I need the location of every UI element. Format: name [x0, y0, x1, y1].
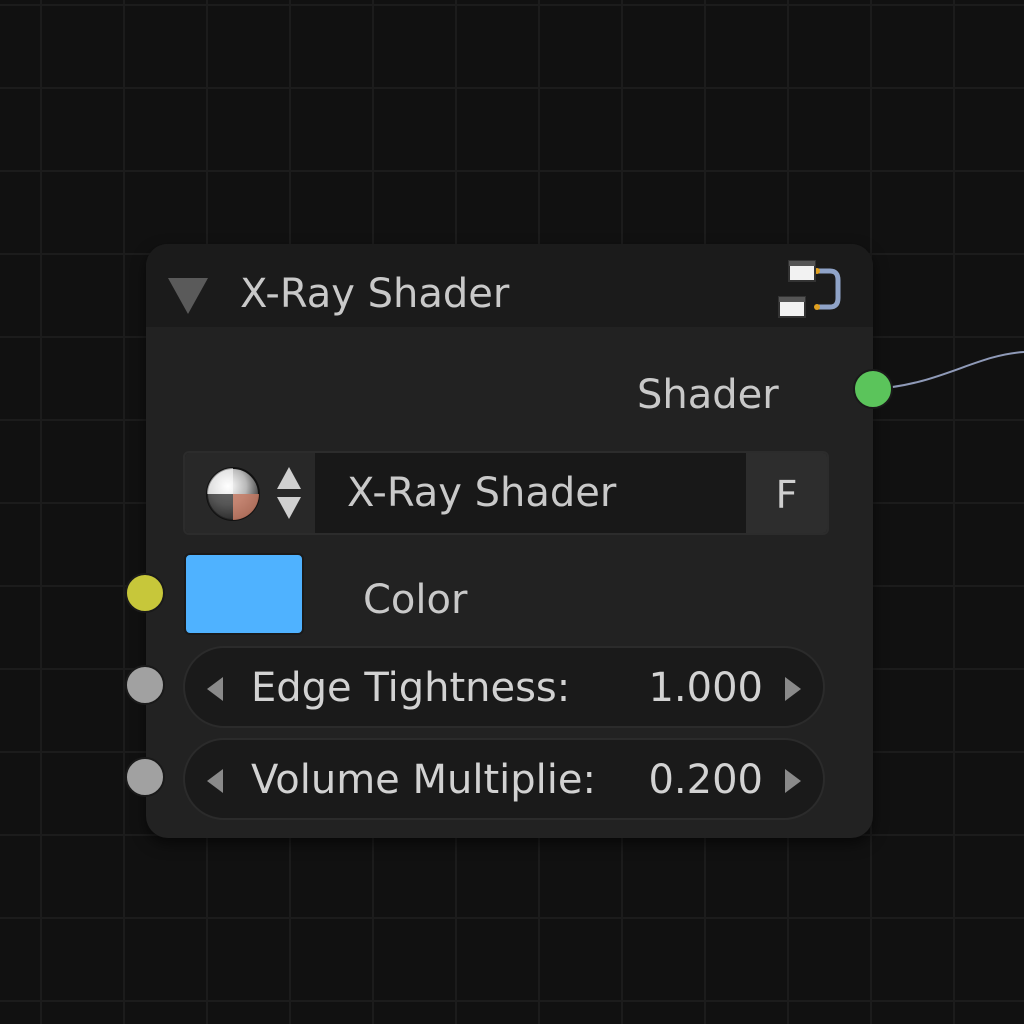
volume-multiplier-socket[interactable] [125, 757, 165, 797]
edge-tightness-value: 1.000 [648, 665, 763, 711]
node-header[interactable]: X-Ray Shader [146, 244, 873, 327]
shader-name[interactable]: X-Ray Shader [347, 469, 616, 517]
increment-arrow-icon[interactable] [785, 677, 801, 701]
node-group-icon[interactable] [776, 258, 846, 322]
browse-shader-button[interactable] [185, 453, 315, 533]
increment-arrow-icon[interactable] [785, 769, 801, 793]
xray-shader-node[interactable]: X-Ray Shader Shader X-Ray Shader F Color… [125, 244, 893, 838]
shader-output-socket[interactable] [853, 369, 893, 409]
edge-tightness-socket[interactable] [125, 665, 165, 705]
decrement-arrow-icon[interactable] [207, 769, 223, 793]
edge-tightness-field[interactable]: Edge Tightness: 1.000 [183, 646, 825, 728]
node-title: X-Ray Shader [240, 271, 510, 317]
material-ball-icon [206, 467, 260, 521]
volume-multiplier-label: Volume Multiplie: [251, 757, 596, 803]
decrement-arrow-icon[interactable] [207, 677, 223, 701]
color-label: Color [363, 577, 468, 623]
shader-selector[interactable]: X-Ray Shader F [183, 451, 829, 535]
color-swatch[interactable] [184, 553, 304, 635]
up-down-arrows-icon [277, 467, 301, 519]
fake-user-button[interactable]: F [746, 453, 827, 533]
shader-output-label: Shader [637, 372, 779, 418]
volume-multiplier-field[interactable]: Volume Multiplie: 0.200 [183, 738, 825, 820]
triangle-down-icon[interactable] [168, 278, 208, 314]
edge-tightness-label: Edge Tightness: [251, 665, 571, 711]
volume-multiplier-value: 0.200 [648, 757, 763, 803]
color-input-socket[interactable] [125, 573, 165, 613]
